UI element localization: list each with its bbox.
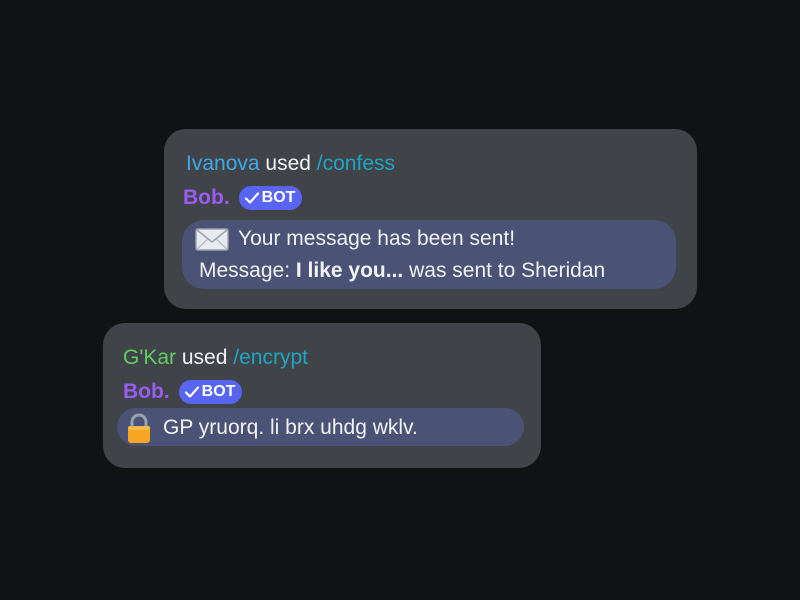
verified-check-icon bbox=[244, 192, 259, 204]
encrypted-text: GP yruorq. li brx uhdg wklv. bbox=[163, 416, 418, 439]
command-usage-line: G'Kar used /encrypt bbox=[123, 345, 308, 371]
message-prefix: Message: bbox=[199, 259, 296, 282]
command-usage-line: Ivanova used /confess bbox=[186, 151, 395, 177]
username-link[interactable]: Ivanova bbox=[186, 152, 260, 175]
bot-badge-label: BOT bbox=[261, 189, 296, 206]
envelope-icon bbox=[195, 228, 229, 251]
confirmation-text: Your message has been sent! bbox=[238, 227, 516, 250]
bot-badge-label: BOT bbox=[201, 383, 236, 400]
bot-badge: BOT bbox=[238, 186, 303, 210]
bot-header: Bob. BOT bbox=[123, 379, 243, 405]
username-link[interactable]: G'Kar bbox=[123, 346, 176, 369]
used-label: used bbox=[181, 346, 228, 369]
lock-icon bbox=[128, 413, 150, 443]
bot-response-embed: Your message has been sent! Message: I l… bbox=[182, 220, 676, 289]
command-link[interactable]: /confess bbox=[317, 152, 395, 175]
message-content: I like you... bbox=[295, 259, 404, 282]
bot-header: Bob. BOT bbox=[183, 185, 303, 211]
used-label: used bbox=[265, 152, 311, 175]
bot-name[interactable]: Bob. bbox=[183, 185, 230, 211]
response-line-1: Your message has been sent! bbox=[194, 225, 515, 253]
message-recipient-text: was sent to Sheridan bbox=[403, 259, 606, 282]
verified-check-icon bbox=[184, 386, 199, 398]
response-line-1: GP yruorq. li brx uhdg wklv. bbox=[125, 412, 418, 444]
response-line-2: Message: I like you... was sent to Sheri… bbox=[199, 258, 605, 284]
message-card-confess: Ivanova used /confess Bob. BOT Your mess… bbox=[164, 129, 697, 309]
command-link[interactable]: /encrypt bbox=[233, 346, 308, 369]
bot-response-embed: GP yruorq. li brx uhdg wklv. bbox=[117, 408, 524, 446]
bot-name[interactable]: Bob. bbox=[123, 379, 170, 405]
message-card-encrypt: G'Kar used /encrypt Bob. BOT GP yruorq. … bbox=[103, 323, 541, 468]
bot-badge: BOT bbox=[178, 380, 243, 404]
